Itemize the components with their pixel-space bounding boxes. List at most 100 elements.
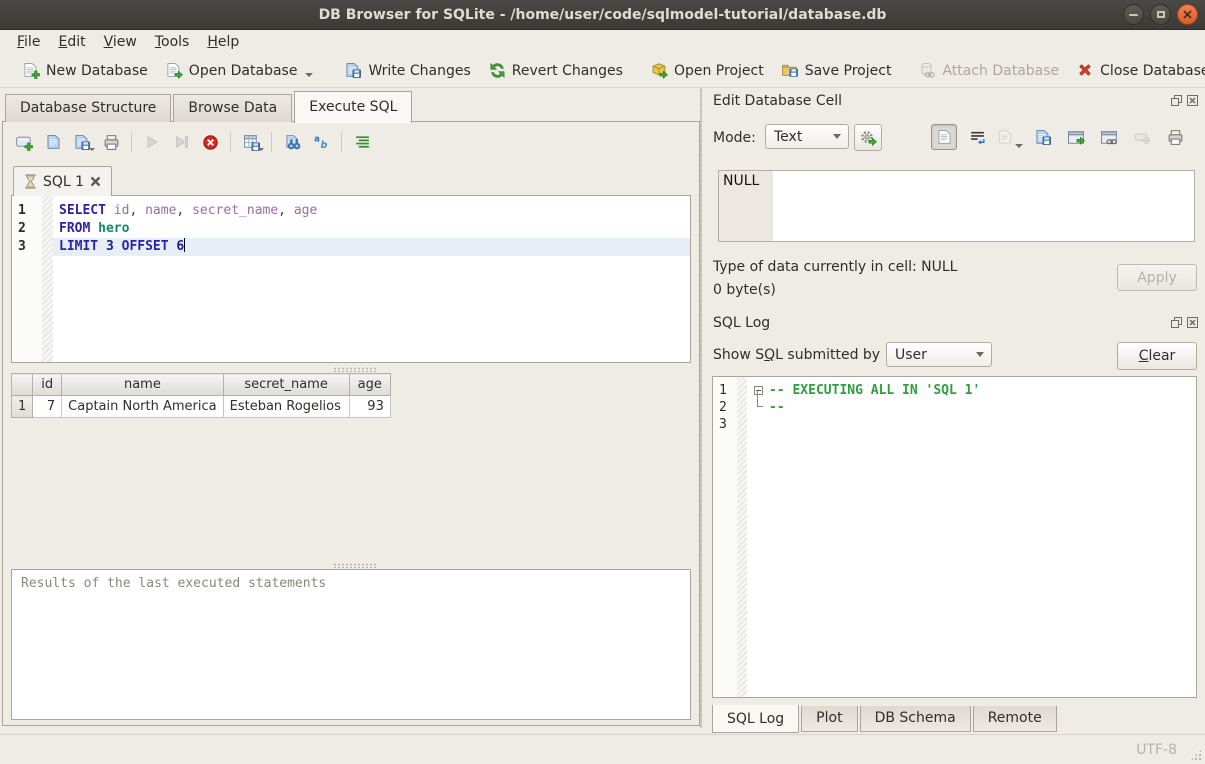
tab-execute-sql[interactable]: Execute SQL xyxy=(294,91,412,123)
cell-editor-area[interactable]: NULL xyxy=(718,170,1195,242)
float-panel-button[interactable] xyxy=(1170,316,1183,329)
dropdown-arrow-icon[interactable] xyxy=(89,148,95,151)
dock-tab-bar: SQL LogPlotDB SchemaRemote xyxy=(712,706,1059,733)
code-token: , xyxy=(176,203,192,218)
sql-log-panel-title: SQL Log xyxy=(713,315,770,331)
window-title: DB Browser for SQLite - /home/user/code/… xyxy=(319,7,887,23)
stop-execution-button[interactable] xyxy=(197,129,223,155)
save-results-view-button[interactable] xyxy=(238,129,264,155)
line-number: 3 xyxy=(12,238,42,256)
revert-changes-button[interactable]: Revert Changes xyxy=(480,58,632,83)
close-database-icon xyxy=(1077,62,1094,79)
column-header-id[interactable]: id xyxy=(33,374,62,396)
sql-log-panel-buttons xyxy=(1170,316,1199,329)
dock-tab-remote[interactable]: Remote xyxy=(973,706,1057,732)
tab-browse-data[interactable]: Browse Data xyxy=(173,94,292,122)
minimize-button[interactable] xyxy=(1123,4,1144,25)
open-in-external-button[interactable] xyxy=(1063,124,1089,150)
row-header[interactable]: 1 xyxy=(12,396,33,418)
menu-help[interactable]: Help xyxy=(198,32,248,52)
splitter-grip[interactable] xyxy=(333,367,377,372)
code-line: SELECT id, name, secret_name, age xyxy=(53,202,690,220)
new-tab-icon xyxy=(16,134,33,151)
column-header-secret_name[interactable]: secret_name xyxy=(223,374,349,396)
splitter-grip[interactable] xyxy=(333,563,377,568)
sql-log-view[interactable]: 123 -- EXECUTING ALL IN 'SQL 1'-- xyxy=(712,376,1197,698)
open-sql-file-button[interactable] xyxy=(40,129,66,155)
table-cell[interactable]: Captain North America xyxy=(62,396,223,418)
open-project-button[interactable]: Open Project xyxy=(642,58,773,83)
log-filter-select[interactable]: User xyxy=(886,342,992,367)
close-panel-button[interactable] xyxy=(1186,94,1199,107)
dock-tab-sql-log[interactable]: SQL Log xyxy=(712,705,799,733)
replace-icon xyxy=(313,134,330,151)
text-mode-button[interactable] xyxy=(931,124,957,150)
save-file-icon xyxy=(74,134,91,151)
float-panel-button[interactable] xyxy=(1170,94,1183,107)
line-number: 1 xyxy=(12,202,42,220)
toolbar-button-label: New Database xyxy=(46,63,148,79)
maximize-button[interactable] xyxy=(1150,4,1171,25)
save-results-icon xyxy=(243,134,260,151)
log-filter-value: User xyxy=(895,347,927,363)
save-project-button[interactable]: Save Project xyxy=(773,58,901,83)
print-sql-button[interactable] xyxy=(98,129,124,155)
log-line xyxy=(747,416,1196,433)
write-changes-icon xyxy=(345,62,362,79)
find-icon xyxy=(284,134,301,151)
toolbar-separator xyxy=(230,132,231,152)
print-cell-button[interactable] xyxy=(1162,124,1188,150)
dropdown-arrow-icon[interactable] xyxy=(305,73,313,77)
find-replace-button[interactable] xyxy=(308,129,334,155)
sql-editor[interactable]: 123 SELECT id, name, secret_name, ageFRO… xyxy=(11,195,691,363)
word-wrap-button[interactable] xyxy=(964,124,990,150)
menu-file[interactable]: File xyxy=(8,32,49,52)
close-panel-icon xyxy=(1187,95,1198,106)
copy-link-button[interactable] xyxy=(1096,124,1122,150)
dock-tab-plot[interactable]: Plot xyxy=(801,706,857,732)
open-database-button[interactable]: Open Database xyxy=(157,58,323,83)
table-row[interactable]: 17Captain North AmericaEsteban Rogelios9… xyxy=(12,396,391,418)
dropdown-arrow-icon[interactable] xyxy=(258,148,264,151)
export-data-button[interactable] xyxy=(1030,124,1056,150)
dock-splitter[interactable] xyxy=(700,88,702,728)
word-wrap-icon xyxy=(969,129,986,146)
toolbar-button-label: Attach Database xyxy=(942,63,1059,79)
fold-marker xyxy=(747,399,769,416)
table-cell[interactable]: 93 xyxy=(349,396,390,418)
close-database-button[interactable]: Close Database xyxy=(1068,58,1205,83)
column-header-age[interactable]: age xyxy=(349,374,390,396)
menu-tools[interactable]: Tools xyxy=(146,32,199,52)
menu-view[interactable]: View xyxy=(95,32,146,52)
results-table[interactable]: idnamesecret_nameage 17Captain North Ame… xyxy=(11,373,391,418)
apply-button[interactable]: Apply xyxy=(1117,264,1197,291)
close-panel-button[interactable] xyxy=(1186,316,1199,329)
new-database-button[interactable]: New Database xyxy=(14,58,157,83)
auto-format-sql-button[interactable] xyxy=(349,129,375,155)
new-database-icon xyxy=(23,62,40,79)
tab-database-structure[interactable]: Database Structure xyxy=(5,94,171,122)
import-settings-button[interactable] xyxy=(854,124,882,151)
close-button[interactable] xyxy=(1177,4,1198,25)
sql-editor-code[interactable]: SELECT id, name, secret_name, ageFROM he… xyxy=(53,196,690,362)
close-tab-icon[interactable] xyxy=(90,176,101,187)
results-body: 17Captain North AmericaEsteban Rogelios9… xyxy=(12,396,391,418)
table-cell[interactable]: 7 xyxy=(33,396,62,418)
table-cell[interactable]: Esteban Rogelios xyxy=(223,396,349,418)
clear-log-button[interactable]: Clear xyxy=(1117,342,1197,370)
column-header-name[interactable]: name xyxy=(62,374,223,396)
find-button[interactable] xyxy=(279,129,305,155)
menu-edit[interactable]: Edit xyxy=(49,32,94,52)
edit-cell-panel-title: Edit Database Cell xyxy=(713,93,842,109)
save-sql-file-button[interactable] xyxy=(69,129,95,155)
resize-grip[interactable] xyxy=(1190,749,1202,761)
encoding-indicator[interactable]: UTF-8 xyxy=(1136,742,1177,758)
import-file-icon xyxy=(997,129,1013,146)
write-changes-button[interactable]: Write Changes xyxy=(336,58,479,83)
main-content: Database StructureBrowse DataExecute SQL… xyxy=(0,88,1205,734)
corner-header[interactable] xyxy=(12,374,33,396)
cell-mode-select[interactable]: Text xyxy=(765,124,849,149)
sql-file-tab[interactable]: SQL 1 xyxy=(13,166,112,196)
dock-tab-db-schema[interactable]: DB Schema xyxy=(860,706,971,732)
open-sql-tab-button[interactable] xyxy=(11,129,37,155)
